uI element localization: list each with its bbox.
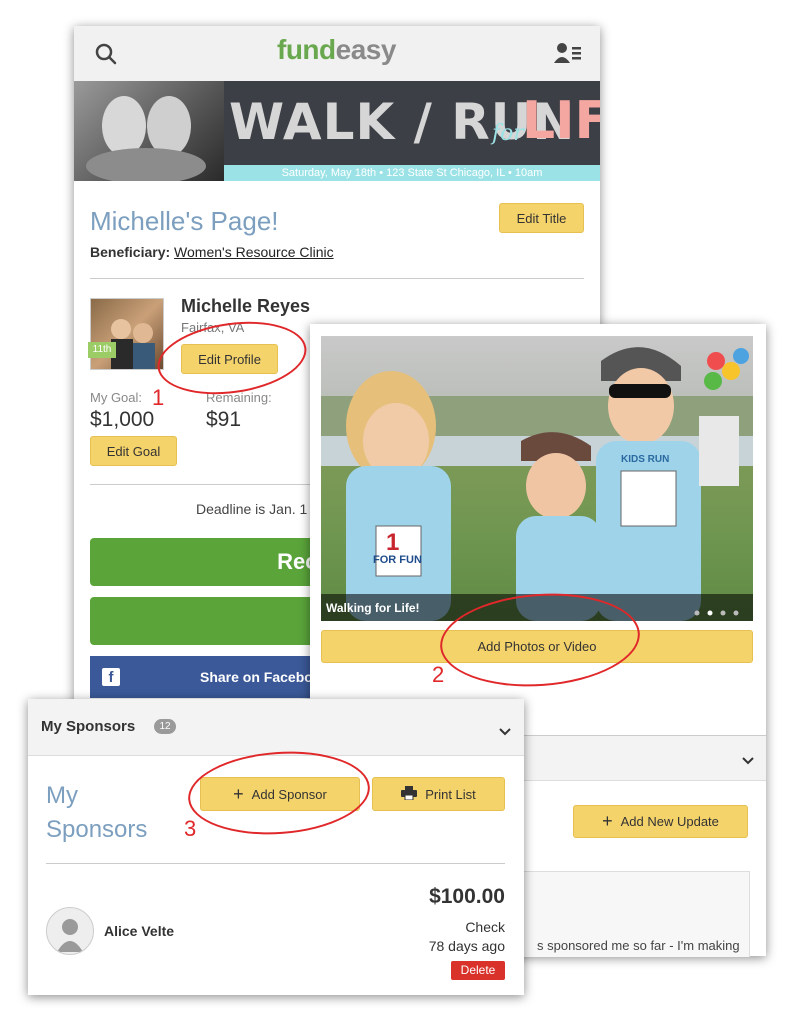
beneficiary-row: Beneficiary: Women's Resource Clinic bbox=[90, 244, 334, 260]
deadline-text: Deadline is Jan. 1 bbox=[196, 501, 308, 517]
sponsor-method: Check bbox=[465, 919, 505, 935]
chevron-down-icon[interactable] bbox=[742, 752, 754, 770]
goal-label: My Goal: bbox=[90, 390, 143, 405]
annotation-number-2: 2 bbox=[432, 662, 445, 687]
beneficiary-link[interactable]: Women's Resource Clinic bbox=[174, 244, 334, 260]
add-new-update-label: Add New Update bbox=[620, 814, 719, 829]
page-title: Michelle's Page! bbox=[90, 206, 279, 236]
sponsor-count-badge: 12 bbox=[154, 719, 176, 734]
plus-icon: + bbox=[602, 811, 613, 831]
baby-feet-photo bbox=[74, 81, 224, 181]
add-new-update-button[interactable]: + Add New Update bbox=[573, 805, 748, 838]
banner-life: LIFE bbox=[522, 91, 600, 151]
printer-icon bbox=[401, 785, 418, 803]
logo-easy: easy bbox=[335, 34, 397, 65]
sponsor-when: 78 days ago bbox=[428, 938, 505, 954]
edit-goal-button[interactable]: Edit Goal bbox=[90, 436, 177, 466]
sponsor-avatar bbox=[46, 907, 94, 955]
banner-for: for bbox=[492, 121, 524, 146]
print-list-button[interactable]: Print List bbox=[372, 777, 505, 811]
delete-sponsor-button[interactable]: Delete bbox=[451, 961, 505, 980]
avatar bbox=[90, 298, 164, 370]
search-icon[interactable] bbox=[94, 42, 118, 71]
annotation-number-3: 3 bbox=[184, 816, 197, 841]
event-banner: WALK / RUN for LIFE Saturday, May 18th •… bbox=[74, 81, 600, 181]
slide-dots[interactable] bbox=[693, 604, 743, 621]
sponsor-amount: $100.00 bbox=[429, 885, 505, 908]
sponsors-title: My Sponsors bbox=[46, 779, 147, 847]
beneficiary-label: Beneficiary: bbox=[90, 244, 171, 260]
sponsors-panel: My Sponsors 12 My Sponsors + Add Sponsor … bbox=[28, 699, 524, 995]
update-snippet: s sponsored me so far - I'm making bbox=[537, 938, 740, 953]
banner-details: Saturday, May 18th • 123 State St Chicag… bbox=[224, 165, 600, 181]
print-list-label: Print List bbox=[425, 786, 476, 802]
app-header: fundeasy bbox=[74, 26, 600, 82]
sponsors-header-bar[interactable]: My Sponsors 12 bbox=[28, 699, 524, 756]
bib-number: 1 bbox=[386, 529, 400, 556]
divider bbox=[46, 863, 505, 864]
shirt-text: KIDS RUN bbox=[621, 454, 670, 465]
photo-slideshow[interactable]: 1 FOR FUN KIDS RUN Walking for Life! bbox=[321, 336, 753, 621]
annotation-number-1: 1 bbox=[152, 385, 165, 410]
logo-fund: fund bbox=[277, 34, 336, 65]
chevron-down-icon[interactable] bbox=[499, 723, 511, 741]
sponsors-header-title: My Sponsors bbox=[41, 718, 136, 735]
photo-caption: Walking for Life! bbox=[326, 601, 420, 615]
app-logo[interactable]: fundeasy bbox=[277, 34, 396, 66]
remaining-value: $91 bbox=[206, 408, 242, 431]
share-facebook-button[interactable]: f Share on Facebook bbox=[90, 656, 330, 698]
sponsors-title-line1: My bbox=[46, 782, 78, 809]
facebook-icon: f bbox=[102, 668, 120, 686]
bib-subtext: FOR FUN bbox=[373, 554, 422, 566]
goal-value: $1,000 bbox=[90, 408, 155, 431]
sponsors-title-line2: Sponsors bbox=[46, 816, 148, 843]
profile-name: Michelle Reyes bbox=[181, 296, 311, 316]
divider bbox=[90, 278, 584, 279]
update-preview-box: s sponsored me so far - I'm making bbox=[520, 871, 750, 957]
rank-badge: 11th bbox=[88, 342, 116, 358]
edit-title-button[interactable]: Edit Title bbox=[499, 203, 584, 233]
sponsor-name: Alice Velte bbox=[104, 923, 175, 939]
sponsor-row: Alice Velte $100.00 Check 78 days ago De… bbox=[28, 869, 524, 989]
user-menu-icon[interactable] bbox=[554, 41, 582, 70]
